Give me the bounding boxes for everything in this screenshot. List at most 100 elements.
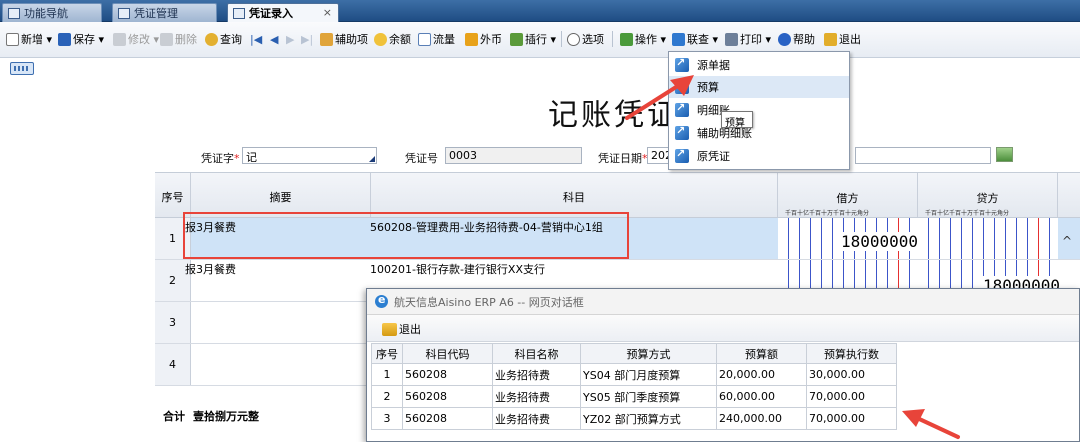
operate-label: 操作 ▾ [635,33,667,46]
annotation-highlight-box [183,212,629,259]
modify-label: 修改 ▾ [128,33,160,46]
cell-account-code: 560208 [402,407,493,430]
cell-budget-amount: 60,000.00 [716,385,807,408]
voucher-type-label-text: 凭证字 [201,152,234,165]
voucher-type-field[interactable]: 记 [242,147,377,164]
voucher-date-label: 凭证日期* [598,150,648,166]
cell-seq: 2 [371,385,403,408]
cell-budget-amount: 240,000.00 [716,407,807,430]
scroll-up-icon[interactable]: ^ [1062,234,1072,248]
budget-dialog: 航天信息Aisino ERP A6 -- 网页对话框 退出 序号 科目代码 科目… [366,288,1080,442]
dialog-exit-button[interactable]: 退出 [382,321,421,337]
modify-button[interactable]: 修改 ▾ [113,30,159,48]
tab-label: 凭证录入 [249,7,293,20]
insert-row-button[interactable]: 插行 ▾ [510,30,556,48]
table-header-row: 序号 科目代码 科目名称 预算方式 预算额 预算执行数 [371,343,897,364]
aux-item-button[interactable]: 辅助项 [320,30,368,48]
header-seq: 序号 [155,173,191,217]
col-seq: 序号 [371,343,403,364]
debit-digit-units: 千百十亿千百十万千百十元角分 [785,210,870,217]
next-icon: ▶ [286,32,295,46]
line-chart-icon [418,32,431,46]
cell-seq: 3 [371,407,403,430]
balance-button[interactable]: 余额 [374,30,411,48]
voucher-number-field[interactable]: 0003 [445,147,582,164]
tab-voucher-entry[interactable]: 凭证录入 × [227,3,339,22]
total-amount-words: 壹拾捌万元整 [193,410,259,423]
first-record-button[interactable]: |◀ [250,30,262,48]
dialog-exit-label: 退出 [399,323,421,336]
tab-voucher-management[interactable]: 凭证管理 [112,3,217,22]
cell-budget-executed: 70,000.00 [806,407,897,430]
new-label: 新增 ▾ [21,33,53,46]
options-button[interactable]: 选项 [567,30,604,48]
menu-item-label: 预算 [697,81,719,94]
window-icon [118,7,130,19]
col-account-code: 科目代码 [402,343,493,364]
table-row[interactable]: 2 560208 业务招待费 YS05 部门季度预算 60,000.00 70,… [371,385,897,408]
menu-item-label: 源单据 [697,59,730,72]
delete-button[interactable]: 删除 [160,30,197,48]
flow-label: 流量 [433,33,455,46]
prev-record-button[interactable]: ◀ [270,30,278,48]
link-arrow-icon [675,147,689,163]
keyboard-icon[interactable] [10,62,34,75]
cell-budget-executed: 70,000.00 [806,385,897,408]
row-seq: 3 [155,302,191,343]
col-account-name: 科目名称 [492,343,581,364]
print-button[interactable]: 打印 ▾ [725,30,771,48]
cell-seq: 1 [371,363,403,386]
voucher-number-label: 凭证号 [405,152,438,165]
exit-button[interactable]: 退出 [824,30,861,48]
col-budget-amount: 预算额 [716,343,807,364]
exit-icon [382,322,397,336]
document-icon [233,7,245,19]
prev-icon: ◀ [270,32,279,46]
attachment-field[interactable] [855,147,991,164]
save-button[interactable]: 保存 ▾ [58,30,104,48]
foreign-currency-button[interactable]: 外币 [465,30,502,48]
budget-table: 序号 科目代码 科目名称 预算方式 预算额 预算执行数 1 560208 业务招… [371,343,897,430]
header-summary: 摘要 [191,173,371,217]
table-row[interactable]: 3 560208 业务招待费 YZ02 部门预算方式 240,000.00 70… [371,407,897,430]
operate-button[interactable]: 操作 ▾ [620,30,666,48]
header-debit: 借方 千百十亿千百十万千百十元角分 [778,173,918,217]
toolbar: 新增 ▾ 保存 ▾ 修改 ▾ 删除 查询 |◀ ◀ ▶ ▶| 辅助项 余额 流量… [0,22,1080,58]
row-account[interactable]: 100201-银行存款-建行银行XX支行 [370,261,545,277]
close-icon[interactable]: × [323,6,332,19]
tab-function-nav[interactable]: 功能导航 [2,3,102,22]
link-arrow-icon [675,101,689,117]
menu-item-budget[interactable]: 预算 [669,76,849,98]
query-label: 查询 [220,33,242,46]
menu-item-source-doc[interactable]: 源单据 [669,54,849,76]
print-label: 打印 ▾ [740,33,772,46]
exit-label: 退出 [839,33,861,46]
next-record-button[interactable]: ▶ [286,30,294,48]
row-credit-cell[interactable] [918,218,1058,259]
help-label: 帮助 [793,33,815,46]
menu-item-detail-ledger[interactable]: 明细账 [669,99,849,121]
chart-icon [8,7,20,19]
table-row[interactable]: 1 560208 业务招待费 YS04 部门月度预算 20,000.00 30,… [371,363,897,386]
query-button[interactable]: 查询 [205,30,242,48]
dialog-toolbar: 退出 [367,315,1079,342]
balance-label: 余额 [389,33,411,46]
new-doc-icon [6,32,19,46]
col-budget-executed: 预算执行数 [806,343,897,364]
header-account: 科目 [371,173,778,217]
house-icon[interactable] [996,147,1013,162]
insert-row-label: 插行 ▾ [525,33,557,46]
linked-query-button[interactable]: 联查 ▾ [672,30,718,48]
row-summary[interactable]: 报3月餐费 [185,261,236,277]
header-account-text: 科目 [563,191,585,204]
search-icon [205,32,218,46]
menu-item-aux-detail-ledger[interactable]: 辅助明细账 [669,122,849,144]
options-label: 选项 [582,33,604,46]
last-record-button[interactable]: ▶| [301,30,313,48]
menu-item-original-voucher[interactable]: 原凭证 [669,145,849,167]
aux-label: 辅助项 [335,33,368,46]
link-arrow-icon [672,32,685,46]
help-button[interactable]: 帮助 [778,30,815,48]
new-button[interactable]: 新增 ▾ [6,30,52,48]
flow-button[interactable]: 流量 [418,30,455,48]
